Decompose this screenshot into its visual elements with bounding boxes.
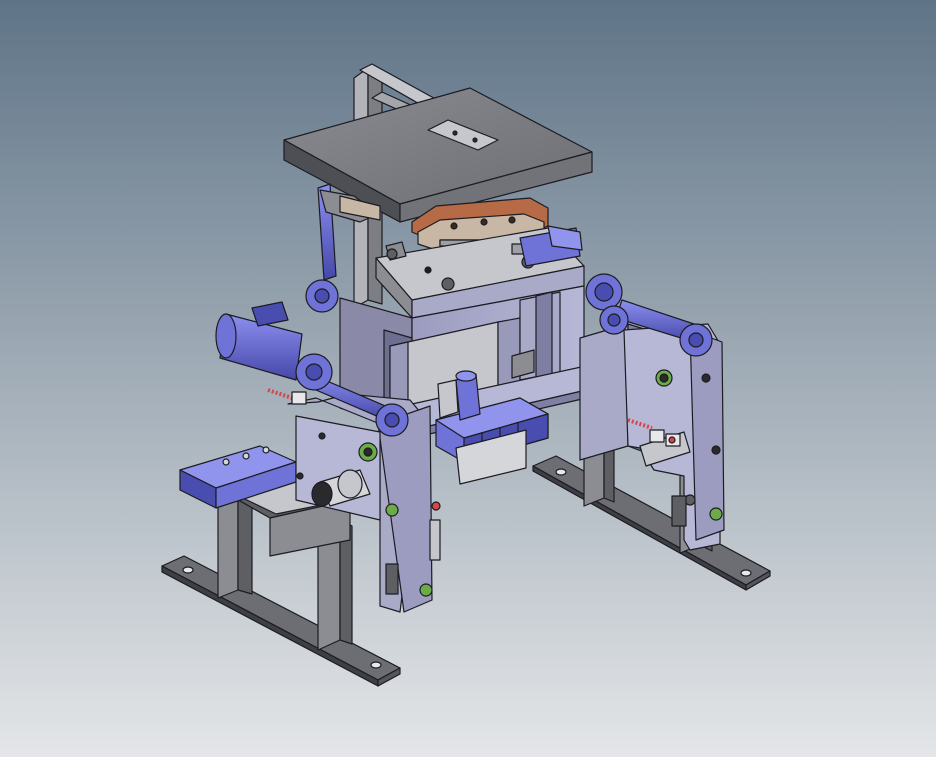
cad-viewport[interactable] [0, 0, 936, 757]
cad-model-render[interactable] [0, 0, 936, 757]
